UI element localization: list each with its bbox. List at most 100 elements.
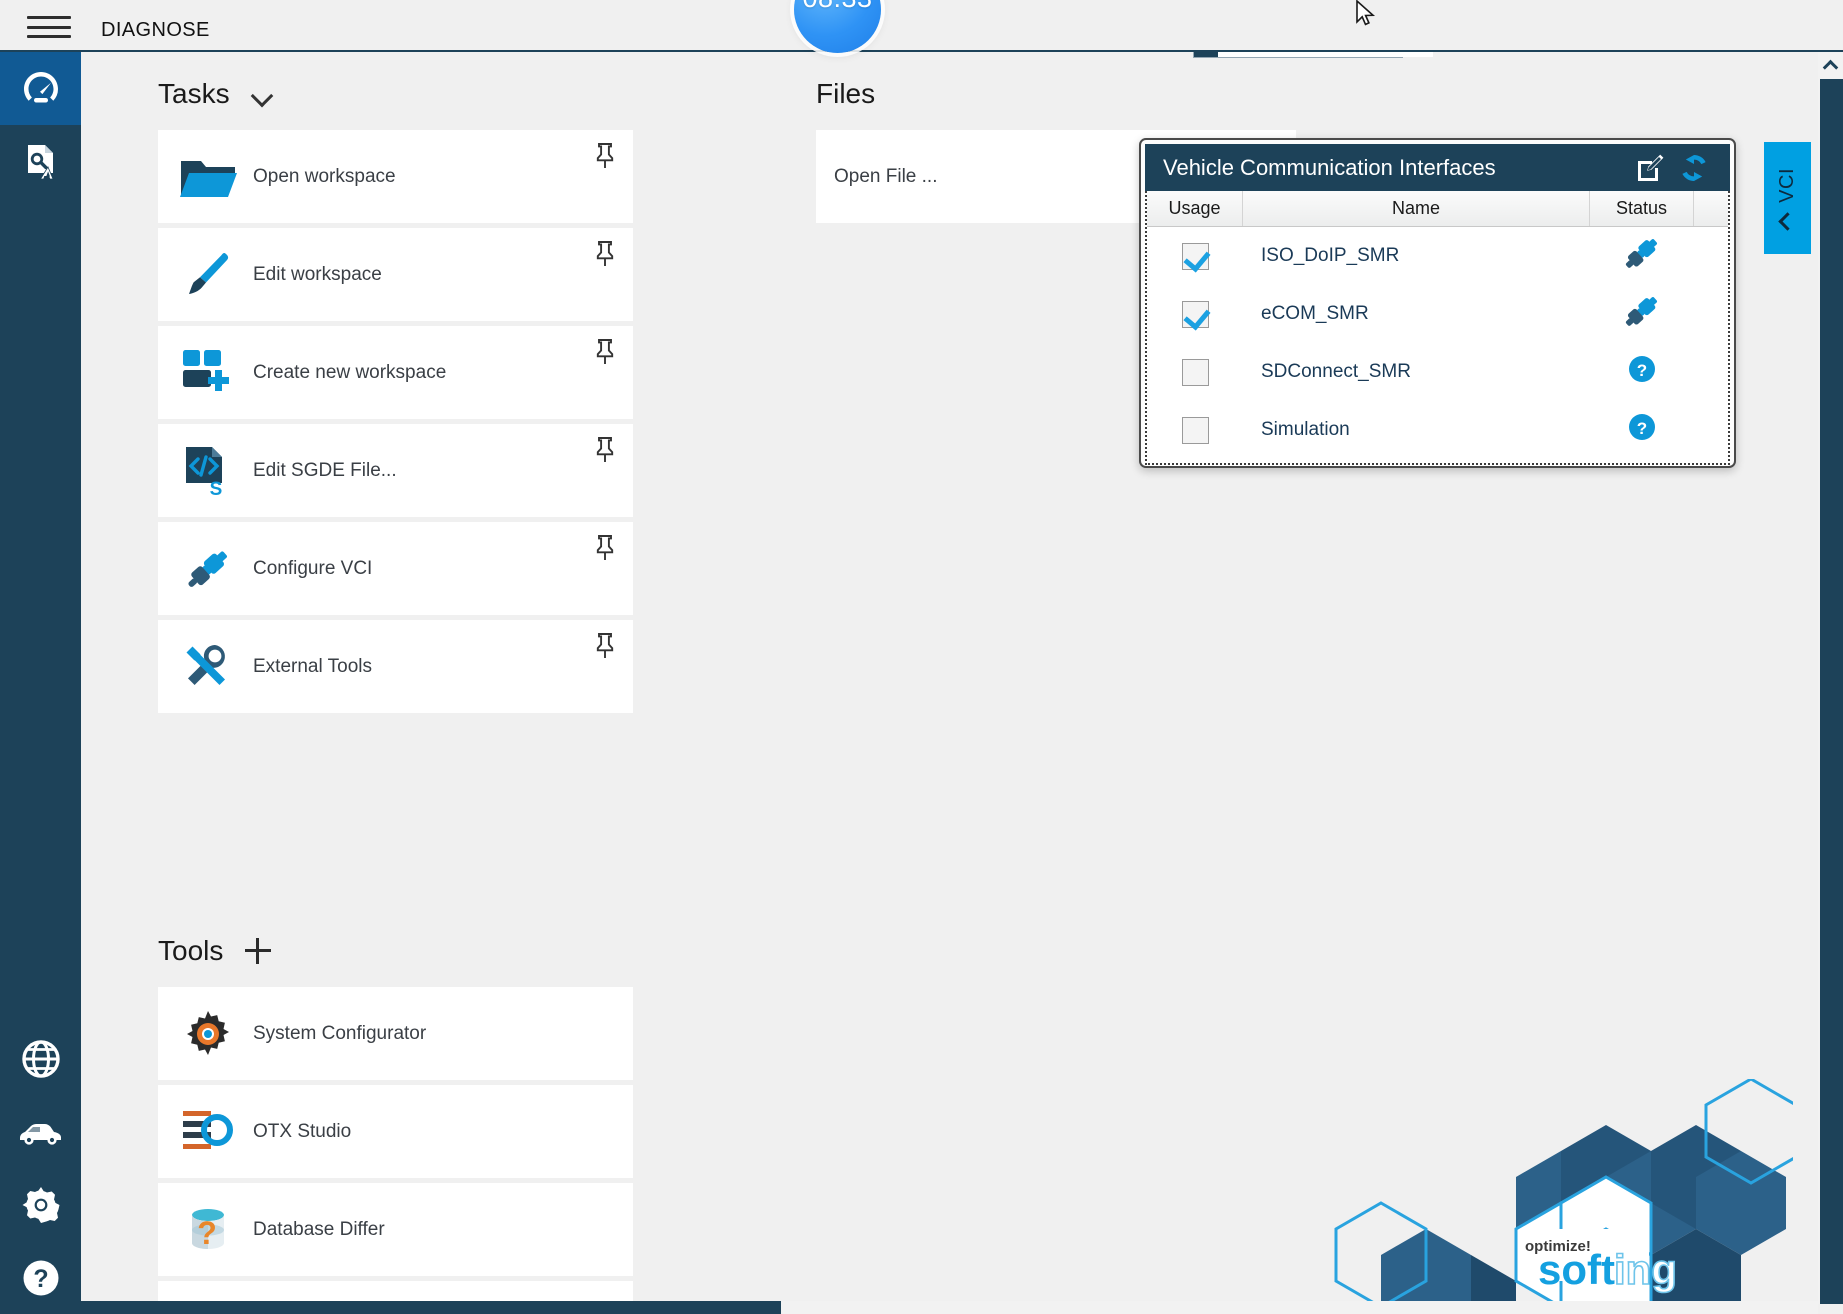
usage-checkbox[interactable] [1181, 358, 1209, 386]
code-file-icon: S [171, 440, 245, 502]
status-cell [1590, 234, 1694, 278]
column-header-status[interactable]: Status [1590, 191, 1694, 226]
plug-connected-icon [1622, 234, 1662, 278]
usage-cell [1147, 358, 1243, 386]
sidebar-item-language[interactable] [0, 1022, 81, 1095]
sidebar-item-help[interactable]: ? [0, 1241, 81, 1314]
question-circle-icon: ? [1628, 355, 1656, 389]
tools-heading: Tools [158, 935, 224, 966]
usage-cell [1147, 242, 1243, 270]
task-label: Edit SGDE File... [253, 459, 397, 481]
column-header-spacer [1694, 191, 1728, 226]
top-bar: DIAGNOSE [0, 0, 1843, 52]
question-circle-icon: ? [1628, 413, 1656, 447]
tool-label: OTX Studio [253, 1120, 352, 1142]
tool-label: Database Differ [253, 1218, 385, 1240]
otx-icon [171, 1101, 245, 1163]
usage-cell [1147, 416, 1243, 444]
column-header-usage[interactable]: Usage [1147, 191, 1243, 226]
document-search-icon [18, 139, 64, 185]
tool-card-otx-studio[interactable]: OTX Studio [158, 1085, 633, 1178]
tools-section-heading-row: Tools [158, 935, 633, 967]
sidebar-item-diagnose[interactable] [0, 52, 81, 125]
task-card-create-new-workspace[interactable]: Create new workspace [158, 326, 633, 419]
top-bar-divider [0, 50, 1843, 52]
edit-square-icon[interactable] [1628, 148, 1672, 188]
vertical-scrollbar[interactable] [1818, 52, 1843, 1304]
scroll-up-button[interactable] [1818, 52, 1843, 79]
svg-text:S: S [210, 479, 223, 497]
usage-cell [1147, 300, 1243, 328]
plug-connector-icon [171, 538, 245, 600]
vci-panel-title-bar: Vehicle Communication Interfaces [1145, 144, 1730, 191]
column-header-name[interactable]: Name [1243, 191, 1590, 226]
file-label: Open File ... [834, 165, 938, 187]
files-heading-row: Files [816, 78, 1296, 110]
chevron-down-icon[interactable] [252, 88, 274, 101]
horizontal-scrollbar-thumb[interactable] [81, 1301, 781, 1314]
sidebar-item-analyze[interactable] [0, 125, 81, 198]
usage-checkbox[interactable] [1181, 416, 1209, 444]
svg-text:?: ? [197, 1215, 217, 1251]
task-label: Open workspace [253, 165, 396, 187]
tool-card-database-differ[interactable]: ? Database Differ [158, 1183, 633, 1276]
task-card-external-tools[interactable]: External Tools [158, 620, 633, 713]
table-row[interactable]: SDConnect_SMR ? [1147, 343, 1728, 401]
vci-side-tab-label: VCI [1776, 167, 1798, 203]
task-card-edit-workspace[interactable]: Edit workspace [158, 228, 633, 321]
horizontal-scrollbar[interactable] [81, 1301, 1818, 1314]
chevron-left-icon [1778, 212, 1797, 232]
left-nav-rail: ? [0, 52, 81, 1314]
vci-name: ISO_DoIP_SMR [1261, 245, 1400, 266]
gear-orange-icon [171, 1003, 245, 1065]
database-question-icon: ? [171, 1199, 245, 1261]
plus-icon[interactable] [245, 938, 272, 964]
refresh-icon[interactable] [1672, 148, 1716, 188]
pin-icon[interactable] [595, 143, 615, 169]
tasks-list: Open workspace Edit workspace Create new… [158, 130, 633, 713]
vci-panel: Vehicle Communication Interfaces Usage N… [1139, 138, 1736, 468]
sidebar-item-settings[interactable] [0, 1168, 81, 1241]
pin-icon[interactable] [595, 437, 615, 463]
car-icon [16, 1117, 66, 1147]
files-heading: Files [816, 78, 876, 109]
pin-icon[interactable] [595, 241, 615, 267]
paintbrush-icon [171, 244, 245, 306]
task-label: Create new workspace [253, 361, 447, 383]
hamburger-menu-icon[interactable] [24, 11, 74, 43]
task-card-edit-sgde-file[interactable]: S Edit SGDE File... [158, 424, 633, 517]
vertical-scrollbar-thumb[interactable] [1820, 79, 1843, 1304]
tool-label: System Configurator [253, 1022, 427, 1044]
pin-icon[interactable] [595, 535, 615, 561]
task-card-configure-vci[interactable]: Configure VCI [158, 522, 633, 615]
plug-connected-icon [1622, 292, 1662, 336]
svg-text:?: ? [1637, 419, 1647, 438]
vci-table-header: Usage Name Status [1147, 191, 1728, 227]
table-row[interactable]: Simulation ? [1147, 401, 1728, 459]
status-cell: ? [1590, 355, 1694, 389]
vci-side-tab[interactable]: VCI [1764, 142, 1811, 254]
table-row[interactable]: eCOM_SMR [1147, 285, 1728, 343]
vci-name: eCOM_SMR [1261, 303, 1369, 324]
brand-tagline: optimize! [1525, 1238, 1591, 1255]
sidebar-item-vehicle[interactable] [0, 1095, 81, 1168]
pin-icon[interactable] [595, 339, 615, 365]
softing-brand-logo: optimize! soft ing [1323, 1077, 1798, 1314]
table-row[interactable]: ISO_DoIP_SMR [1147, 227, 1728, 285]
brand-name-light: ing [1614, 1246, 1677, 1293]
tool-card-system-configurator[interactable]: System Configurator [158, 987, 633, 1080]
application-window: DIAGNOSE 08:33 [0, 0, 1843, 1314]
pin-icon[interactable] [595, 633, 615, 659]
task-card-open-workspace[interactable]: Open workspace [158, 130, 633, 223]
usage-checkbox[interactable] [1181, 300, 1209, 328]
page-title: DIAGNOSE [101, 19, 210, 41]
brand-name-bold: soft [1538, 1246, 1615, 1293]
tools-list: System Configurator OTX Studio ? Databas… [158, 987, 633, 1314]
task-label: Edit workspace [253, 263, 382, 285]
tasks-heading-row: Tasks [158, 78, 633, 110]
usage-checkbox[interactable] [1181, 242, 1209, 270]
tasks-section: Tasks Open workspace Edit workspace Crea… [158, 78, 633, 718]
vci-panel-title: Vehicle Communication Interfaces [1163, 154, 1496, 180]
add-workspace-icon [171, 342, 245, 404]
task-label: External Tools [253, 655, 372, 677]
